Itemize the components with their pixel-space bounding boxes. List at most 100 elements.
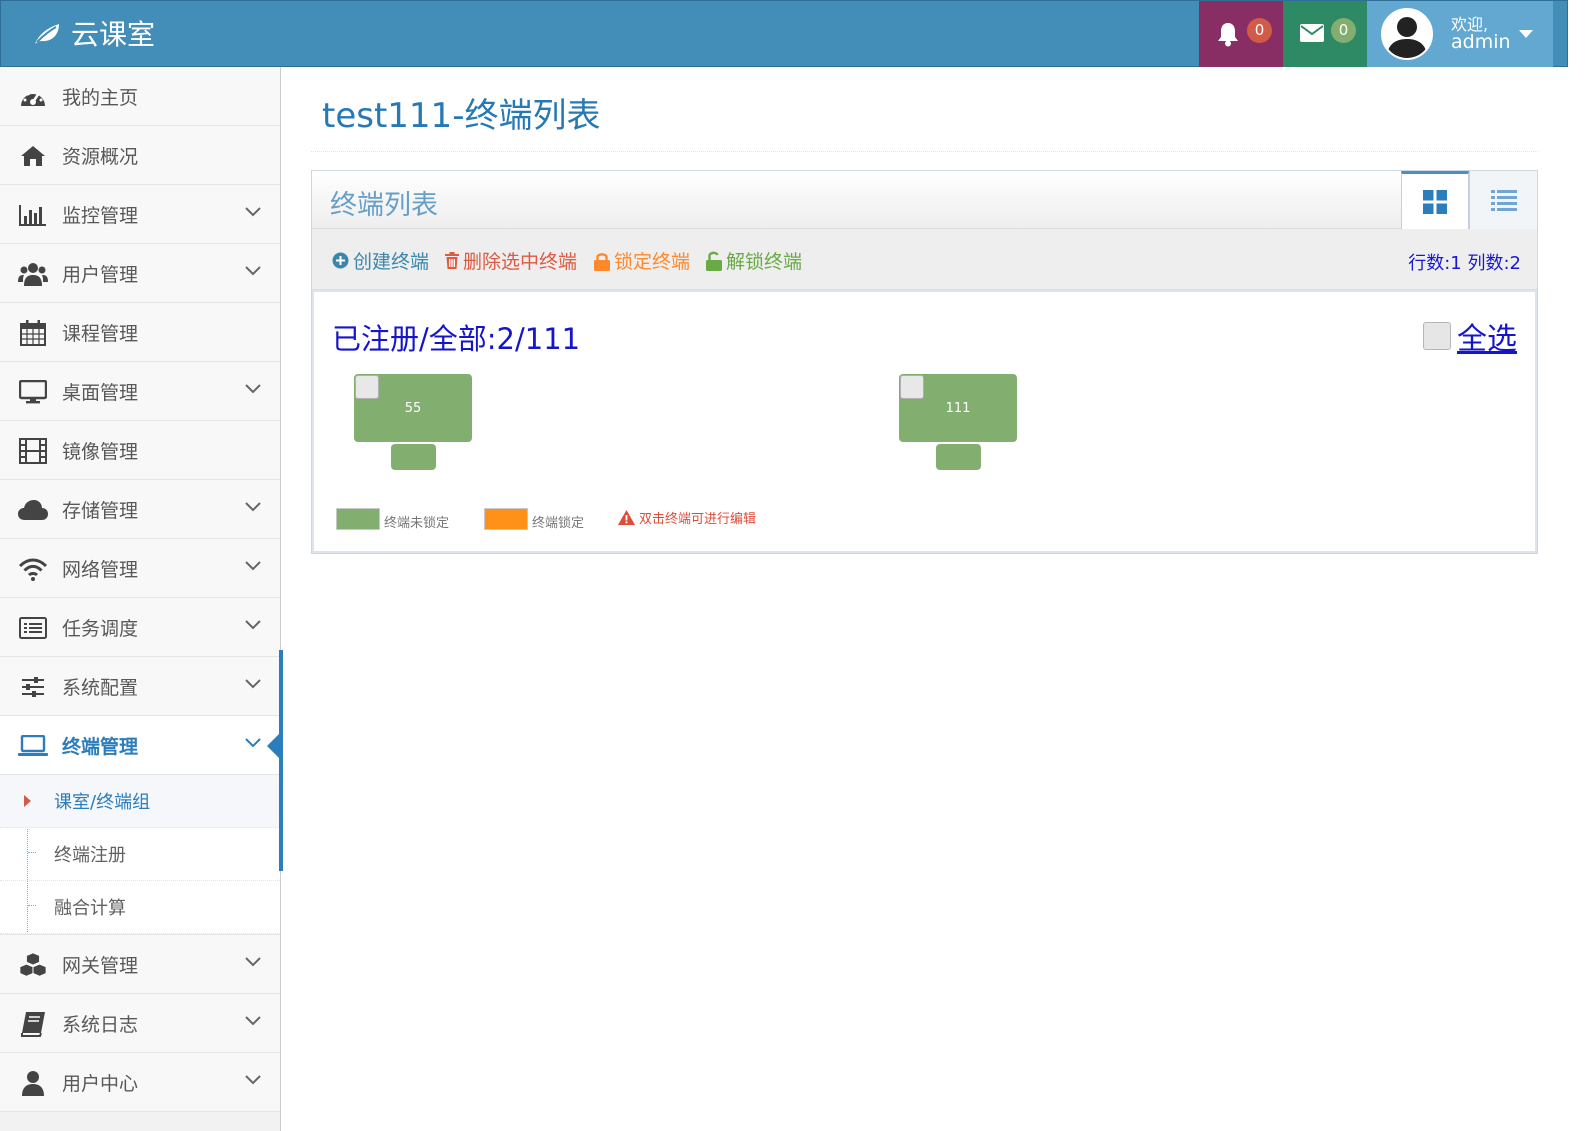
active-section-bar bbox=[279, 650, 283, 871]
terminal-tile[interactable]: 55 bbox=[354, 374, 472, 470]
sidebar-item[interactable]: 网络管理 bbox=[0, 539, 280, 598]
sidebar-item[interactable]: 存储管理 bbox=[0, 480, 280, 539]
chevron-down-icon bbox=[245, 1016, 261, 1026]
create-terminal-button[interactable]: 创建终端 bbox=[332, 247, 429, 274]
chevron-down-icon bbox=[245, 620, 261, 630]
submenu-toggle[interactable] bbox=[244, 501, 262, 513]
sidebar-item[interactable]: 我的主页 bbox=[0, 67, 280, 126]
select-all-link[interactable]: 全选 bbox=[1457, 314, 1517, 358]
sidebar-item[interactable]: 桌面管理 bbox=[0, 362, 280, 421]
lock-terminal-label: 锁定终端 bbox=[614, 251, 691, 273]
submenu-toggle[interactable] bbox=[244, 206, 262, 218]
calendar-icon bbox=[18, 319, 48, 347]
select-all-control[interactable]: 全选 bbox=[1423, 314, 1517, 358]
sidebar-item[interactable]: 系统配置 bbox=[0, 657, 280, 716]
terminal-checkbox[interactable] bbox=[900, 375, 924, 399]
terminal-tile[interactable]: 111 bbox=[899, 374, 1017, 470]
submenu-toggle[interactable] bbox=[244, 560, 262, 572]
wifi-icon bbox=[18, 555, 48, 583]
notifications-button[interactable]: 0 bbox=[1199, 1, 1283, 67]
user-menu-toggle[interactable]: 欢迎, admin bbox=[1367, 1, 1553, 67]
user-icon bbox=[18, 1069, 48, 1097]
widget-header: 终端列表 bbox=[312, 171, 1537, 229]
laptop-icon bbox=[18, 732, 48, 760]
sidebar: 我的主页资源概况监控管理 用户管理 课程管理桌面管理镜像管理存储管理网络管理任务调度… bbox=[0, 67, 283, 1131]
submenu-toggle[interactable] bbox=[244, 265, 262, 277]
submenu-bullet bbox=[28, 852, 36, 853]
sidebar-item-label: 存储管理 bbox=[62, 499, 139, 522]
list-icon bbox=[1490, 190, 1517, 211]
page-title: test111-终端列表 bbox=[322, 96, 601, 136]
submenu-toggle[interactable] bbox=[244, 383, 262, 395]
sidebar-item[interactable]: 网关管理 bbox=[0, 935, 280, 994]
sidebar-item-label: 任务调度 bbox=[62, 617, 139, 640]
sliders-icon bbox=[18, 673, 48, 701]
terminal-stand bbox=[391, 444, 436, 470]
messages-badge: 0 bbox=[1331, 18, 1356, 43]
dashboard-icon bbox=[18, 83, 48, 111]
terminal-stand bbox=[936, 444, 981, 470]
submenu-toggle[interactable] bbox=[244, 678, 262, 690]
sidebar-item[interactable]: 系统日志 bbox=[0, 994, 280, 1053]
sidebar-item-label: 网络管理 bbox=[62, 558, 139, 581]
sidebar-item-label: 用户中心 bbox=[62, 1072, 139, 1095]
desktop-icon bbox=[18, 378, 48, 406]
submenu-item[interactable]: 终端注册 bbox=[0, 828, 280, 881]
submenu-toggle[interactable] bbox=[244, 1015, 262, 1027]
widget-title: 终端列表 bbox=[330, 190, 438, 221]
users-icon bbox=[18, 260, 48, 288]
edit-hint: 双击终端可进行编辑 bbox=[618, 508, 756, 527]
list-view-tab[interactable] bbox=[1469, 171, 1537, 229]
sidebar-item[interactable]: 资源概况 bbox=[0, 126, 280, 185]
home-icon bbox=[18, 142, 48, 170]
caret-down-icon bbox=[1519, 30, 1533, 38]
sidebar-item[interactable]: 任务调度 bbox=[0, 598, 280, 657]
submenu-item-label: 课室/终端组 bbox=[54, 792, 151, 813]
sidebar-item-label: 系统日志 bbox=[62, 1013, 139, 1036]
locked-legend-label: 终端锁定 bbox=[532, 516, 585, 531]
delete-selected-button[interactable]: 删除选中终端 bbox=[445, 247, 577, 274]
submenu-item-label: 终端注册 bbox=[54, 845, 126, 866]
unlocked-swatch bbox=[336, 508, 380, 530]
brand-logo[interactable]: 云课室 bbox=[31, 11, 155, 55]
grid-view-tab[interactable] bbox=[1401, 171, 1469, 229]
submenu-toggle[interactable] bbox=[244, 619, 262, 631]
submenu-toggle[interactable] bbox=[244, 956, 262, 968]
cubes-icon bbox=[18, 951, 48, 979]
unlock-terminal-label: 解锁终端 bbox=[726, 251, 803, 273]
terminal-checkbox[interactable] bbox=[355, 375, 379, 399]
sidebar-item-label: 终端管理 bbox=[62, 735, 139, 758]
unlock-terminal-button[interactable]: 解锁终端 bbox=[706, 247, 802, 274]
envelope-icon bbox=[1300, 24, 1324, 42]
select-all-checkbox[interactable] bbox=[1423, 322, 1451, 350]
sidebar-item-label: 网关管理 bbox=[62, 954, 139, 977]
locked-swatch bbox=[484, 508, 528, 530]
terminal-grid: 已注册/全部:2/111 全选 55 111 终端未锁定 终端锁定 双击终端可进… bbox=[312, 290, 1537, 553]
submenu-item-label: 融合计算 bbox=[54, 898, 126, 919]
sidebar-item[interactable]: 用户管理 bbox=[0, 244, 280, 303]
chevron-down-icon bbox=[245, 266, 261, 276]
book-icon bbox=[18, 1010, 48, 1038]
sidebar-item-label: 桌面管理 bbox=[62, 381, 139, 404]
edit-hint-text: 双击终端可进行编辑 bbox=[639, 512, 757, 527]
sidebar-item[interactable]: 终端管理 bbox=[0, 716, 283, 775]
sidebar-item-label: 我的主页 bbox=[62, 86, 139, 109]
list-alt-icon bbox=[18, 614, 48, 642]
sidebar-item[interactable]: 课程管理 bbox=[0, 303, 280, 362]
chevron-down-icon bbox=[245, 957, 261, 967]
warning-icon bbox=[618, 510, 635, 525]
lock-terminal-button[interactable]: 锁定终端 bbox=[594, 247, 690, 274]
sidebar-item[interactable]: 用户中心 bbox=[0, 1053, 280, 1112]
submenu-item[interactable]: 课室/终端组 bbox=[0, 775, 280, 828]
terminal-name: 111 bbox=[945, 400, 971, 416]
chevron-down-icon bbox=[245, 561, 261, 571]
sidebar-item-label: 资源概况 bbox=[62, 145, 139, 168]
submenu-toggle[interactable] bbox=[244, 737, 262, 749]
sidebar-item[interactable]: 监控管理 bbox=[0, 185, 280, 244]
lock-icon bbox=[594, 252, 610, 271]
sidebar-item[interactable]: 镜像管理 bbox=[0, 421, 280, 480]
submenu-item[interactable]: 融合计算 bbox=[0, 881, 280, 934]
submenu-toggle[interactable] bbox=[244, 1074, 262, 1086]
terminal-submenu: 课室/终端组 终端注册融合计算 bbox=[0, 775, 280, 935]
messages-button[interactable]: 0 bbox=[1283, 1, 1367, 67]
